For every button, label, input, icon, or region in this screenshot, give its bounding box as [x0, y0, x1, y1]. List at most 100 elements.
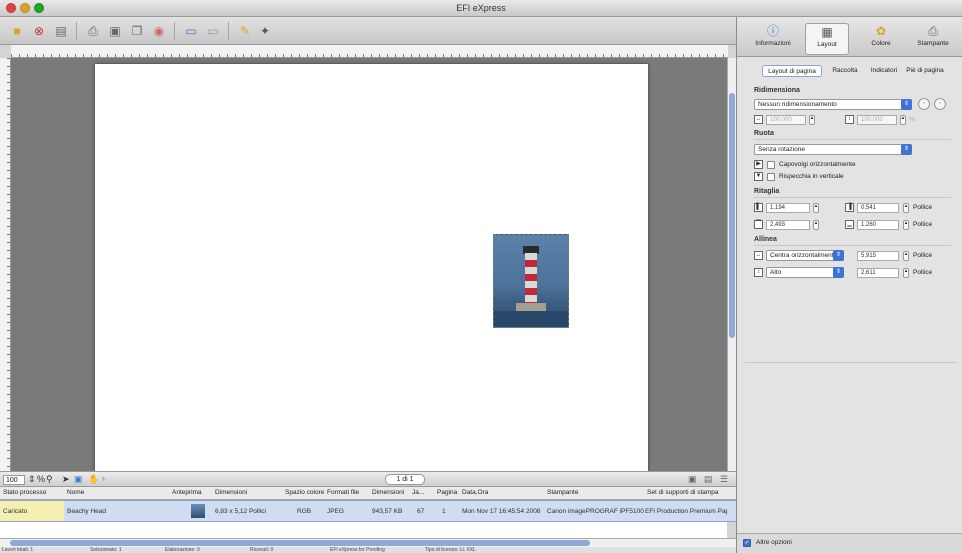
resize-plus-button[interactable]: - — [934, 98, 946, 110]
more-options-checkbox[interactable]: ✓ — [743, 539, 751, 547]
crop-bottom-field[interactable]: 1,260 — [857, 220, 899, 230]
info-icon: ⓘ — [766, 24, 779, 38]
resize-minus-button[interactable]: - — [918, 98, 930, 110]
column-header[interactable]: Dimensioni — [215, 489, 247, 496]
flip-vertical-checkbox[interactable] — [767, 173, 775, 181]
select-arrows-icon: ⇕ — [901, 99, 912, 110]
column-header[interactable]: Stato processo — [3, 489, 46, 496]
vertical-scrollbar[interactable] — [727, 58, 736, 471]
job-date: Mon Nov 17 16:45:54 2008 — [462, 508, 541, 515]
align-horizontal-select[interactable]: Centra orizzontalmente ⇕ — [766, 250, 844, 261]
resize-height-field[interactable]: 100,000 — [857, 115, 897, 125]
printer-icon: ⎙ — [928, 24, 938, 38]
crop-top-field[interactable]: 0,541 — [857, 203, 899, 213]
horizontal-scrollbar[interactable] — [0, 538, 736, 547]
print-icon[interactable]: ⎙ — [84, 22, 102, 39]
subtab-layout-di-pagina[interactable]: Layout di pagina — [762, 65, 822, 77]
column-header[interactable]: Pagina — [437, 489, 457, 496]
crop-right-field[interactable]: 2,493 — [766, 220, 810, 230]
fit-page-icon[interactable]: ▣ — [688, 474, 697, 485]
crop-left-field[interactable]: 1,194 — [766, 203, 810, 213]
lighthouse-image[interactable] — [493, 234, 569, 328]
add-tool-icon[interactable]: + — [101, 474, 106, 484]
tab-informazioni[interactable]: ⓘ Informazioni — [751, 23, 795, 55]
horizontal-scroll-thumb[interactable] — [10, 540, 590, 546]
align-vertical-stepper[interactable]: ▴ — [903, 268, 909, 278]
close-doc-icon[interactable]: ⊗ — [30, 22, 48, 39]
align-vertical-value: Alto — [770, 269, 782, 276]
select-arrows-icon: ⇕ — [833, 267, 844, 278]
tab-label: Stampante — [917, 40, 949, 47]
zoom-stepper-icon[interactable]: ⇕ — [28, 474, 36, 485]
height-stepper[interactable]: ▴ — [900, 115, 906, 125]
column-header[interactable]: Formati file — [327, 489, 359, 496]
tab-stampante[interactable]: ⎙ Stampante — [911, 23, 955, 55]
preview-icon[interactable]: ▣ — [106, 22, 124, 39]
wand-icon[interactable]: ✦ — [256, 22, 274, 39]
preview-canvas — [11, 58, 727, 471]
window-title: EFI eXpress — [456, 3, 506, 13]
column-header[interactable]: Nome — [67, 489, 84, 496]
crop-tool-icon[interactable]: ▣ — [74, 474, 83, 485]
panel-icon[interactable]: ▭ — [204, 22, 222, 39]
crop-section-title: Ritaglia — [754, 188, 780, 195]
align-section-title: Allinea — [754, 236, 777, 243]
pointer-tool-icon[interactable]: ➤ — [62, 474, 70, 485]
column-header[interactable]: Dimensioni — [372, 489, 404, 496]
panel-empty-area — [745, 283, 957, 363]
tab-colore[interactable]: ✿ Colore — [859, 23, 903, 55]
resize-unit: % — [909, 116, 915, 123]
align-horizontal-stepper[interactable]: ▴ — [903, 251, 909, 261]
column-header[interactable]: Stampante — [547, 489, 578, 496]
subtab-indicatori[interactable]: Indicatori — [867, 65, 901, 77]
crop-bottom-stepper[interactable]: ▴ — [903, 220, 909, 230]
align-horizontal-field[interactable]: 5,915 — [857, 251, 899, 261]
lighthouse-tower — [525, 253, 537, 305]
magnifier-icon[interactable]: ⚲ — [46, 474, 53, 485]
width-stepper[interactable]: ▴ — [809, 115, 815, 125]
table-row[interactable]: Caricato Beachy Head 6,83 x 5,12 Pollici… — [0, 500, 736, 522]
select-arrows-icon: ⇕ — [833, 250, 844, 261]
crop-top-stepper[interactable]: ▴ — [903, 203, 909, 213]
crop-left-icon: ▌ — [754, 203, 763, 212]
align-vertical-field[interactable]: 2,611 — [857, 268, 899, 278]
main-toolbar: ■ ⊗ ▤ ⎙ ▣ ❐ ◉ ▭ ▭ ✎ ✦ — [0, 17, 736, 45]
status-product: EFI eXpress for Proofing — [330, 547, 385, 553]
title-bar: EFI eXpress — [0, 0, 962, 17]
crop-left-stepper[interactable]: ▴ — [813, 203, 819, 213]
tab-label: Layout — [817, 41, 837, 48]
column-header[interactable]: Set di supporti di stampa — [647, 489, 719, 496]
subtab-pie-di-pagina[interactable]: Piè di pagina — [903, 65, 947, 77]
column-header[interactable]: Anteprima — [172, 489, 202, 496]
zoom-input[interactable]: 100 — [3, 475, 25, 485]
folder-icon[interactable]: ■ — [8, 22, 26, 39]
rotate-mode-value: Senza rotazione — [758, 146, 805, 153]
column-header[interactable]: Data,Ora — [462, 489, 488, 496]
crop-right-stepper[interactable]: ▴ — [813, 220, 819, 230]
align-horizontal-icon: ↔ — [754, 251, 763, 260]
job-format: JPEG — [327, 508, 344, 515]
help-icon[interactable]: ◉ — [150, 22, 168, 39]
pencil-icon[interactable]: ✎ — [236, 22, 254, 39]
page-indicator[interactable]: 1 di 1 — [385, 474, 425, 485]
screen-icon[interactable]: ▭ — [182, 22, 200, 39]
resize-width-field[interactable]: 100,000 — [766, 115, 806, 125]
align-vertical-select[interactable]: Alto ⇕ — [766, 267, 844, 278]
resize-mode-select[interactable]: Nessun ridimensionamento ⇕ — [754, 99, 912, 110]
list-view-icon[interactable]: ☰ — [720, 474, 728, 485]
hand-tool-icon[interactable]: ✋ — [88, 474, 99, 485]
rotate-mode-select[interactable]: Senza rotazione ⇕ — [754, 144, 912, 155]
subtab-raccolta[interactable]: Raccolta — [827, 65, 863, 77]
save-icon[interactable]: ▤ — [52, 22, 70, 39]
job-dimensions: 6,83 x 5,12 Pollici — [215, 508, 266, 515]
duplicate-icon[interactable]: ❐ — [128, 22, 146, 39]
tab-layout[interactable]: ▦ Layout — [805, 23, 849, 55]
column-header[interactable]: Ja... — [412, 489, 424, 496]
flip-horizontal-checkbox[interactable] — [767, 161, 775, 169]
column-header[interactable]: Spazio colore — [285, 489, 324, 496]
status-processing: Elaborazione: 0 — [165, 547, 200, 553]
fit-width-icon[interactable]: ▤ — [704, 474, 713, 485]
crop-unit: Pollice — [913, 204, 933, 211]
vertical-scroll-thumb[interactable] — [729, 93, 735, 338]
lighthouse-base — [516, 303, 546, 311]
